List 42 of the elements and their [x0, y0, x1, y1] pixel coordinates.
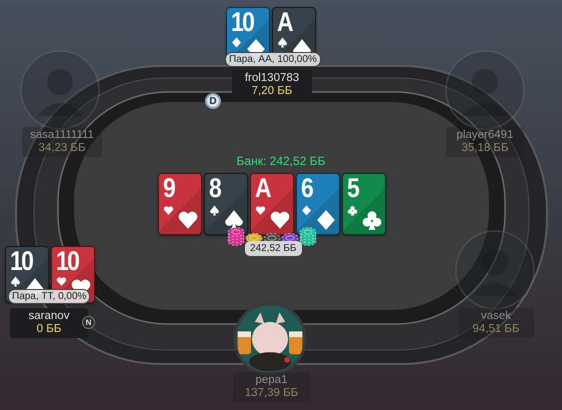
heart-icon	[269, 209, 291, 231]
card-rank: A	[255, 175, 270, 202]
pot-amount: 242,52 ББ	[245, 241, 302, 256]
player-stack: 94,51 ББ	[471, 323, 521, 336]
card-rank: 6	[301, 175, 312, 202]
spade-icon	[10, 276, 21, 286]
player-name: vasek	[480, 310, 512, 323]
card-rank: 10	[231, 9, 254, 36]
heart-icon	[177, 209, 199, 231]
spade-icon	[277, 36, 288, 48]
player-stack: 7,20 ББ	[250, 85, 294, 98]
player-stack: 34,23 ББ	[37, 142, 87, 155]
diamond-icon	[315, 209, 337, 231]
card-rank: A	[277, 9, 292, 36]
diamond-icon	[231, 36, 242, 48]
player-stack: 35,18 ББ	[460, 142, 510, 155]
club-icon	[361, 209, 383, 231]
spade-icon	[223, 209, 245, 231]
hand-label: Пара, AA, 100,00%	[225, 52, 321, 67]
diamond-icon	[301, 205, 312, 216]
card-rank: 10	[56, 248, 78, 275]
player-name: pepa1	[254, 374, 288, 387]
hand-label: Пара, TT, 0,00%	[8, 289, 90, 304]
player-name: saranov	[28, 310, 70, 323]
player-name: sasa1111111	[29, 129, 95, 142]
heart-icon	[56, 276, 67, 286]
card-rank: 8	[209, 175, 220, 202]
heart-icon	[163, 205, 174, 216]
player-stack: 137,39 ББ	[244, 387, 300, 400]
player-stack: 0 ББ	[36, 323, 62, 336]
avatar-placeholder-icon	[20, 50, 100, 130]
avatar-placeholder-icon	[445, 50, 525, 130]
card-rank: 10	[10, 248, 32, 275]
club-icon	[347, 205, 358, 216]
spade-icon	[209, 205, 220, 216]
player-name: frol130783	[244, 72, 300, 85]
card-rank: 9	[163, 175, 174, 202]
heart-icon	[255, 205, 266, 216]
pot-total: Банк: 242,52 ББ	[236, 153, 326, 170]
avatar-placeholder-icon	[455, 230, 535, 310]
card-rank: 5	[347, 175, 358, 202]
player-name: player6491	[456, 129, 514, 142]
